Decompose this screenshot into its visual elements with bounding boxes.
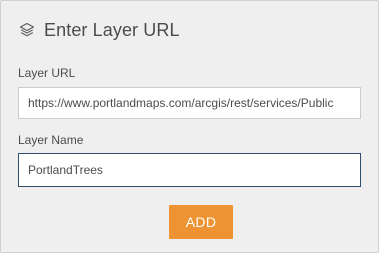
layer-name-label: Layer Name xyxy=(18,133,84,147)
add-button[interactable]: ADD xyxy=(169,205,233,239)
enter-layer-url-panel: Enter Layer URL Layer URL Layer Name ADD xyxy=(0,0,379,253)
panel-header: Enter Layer URL xyxy=(18,17,180,43)
layer-url-input[interactable] xyxy=(18,87,361,119)
layer-url-label: Layer URL xyxy=(18,66,76,80)
layers-icon xyxy=(18,21,36,39)
panel-title: Enter Layer URL xyxy=(44,19,180,40)
layer-name-input[interactable] xyxy=(18,153,361,187)
